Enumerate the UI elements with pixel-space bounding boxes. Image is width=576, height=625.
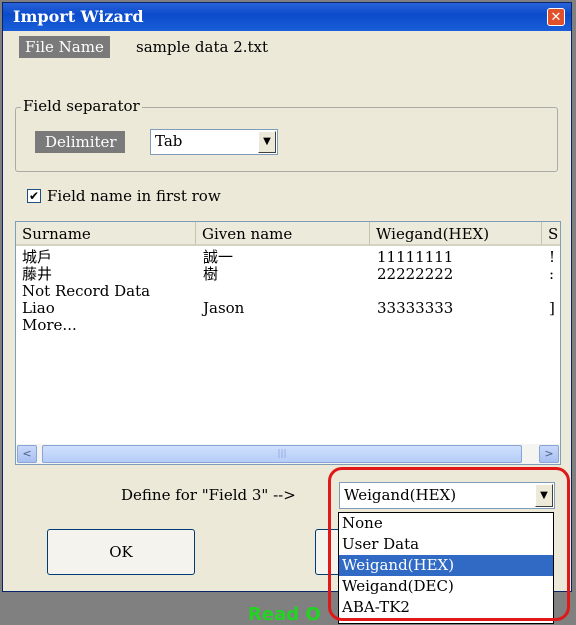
file-name-label: File Name — [19, 36, 110, 58]
field-type-value: Weigand(HEX) — [344, 486, 457, 504]
cell-surname: Liao — [22, 299, 55, 317]
cell-extra: ! — [549, 248, 556, 266]
cell-given-name: Jason — [203, 299, 245, 317]
scroll-left-icon[interactable]: < — [17, 445, 37, 463]
close-icon: ✕ — [550, 10, 562, 25]
field-name-first-row-checkbox[interactable]: ✔ — [27, 189, 41, 203]
column-header-surname[interactable]: Surname — [16, 222, 196, 246]
option-user-data[interactable]: User Data — [339, 534, 553, 555]
define-field-label: Define for "Field 3" --> — [121, 486, 296, 504]
ok-button[interactable]: OK — [47, 529, 195, 575]
delimiter-label: Delimiter — [35, 131, 125, 153]
field-separator-title: Field separator — [21, 95, 142, 117]
field-type-select[interactable]: Weigand(HEX) ▼ — [339, 482, 555, 509]
scroll-right-icon[interactable]: > — [539, 445, 559, 463]
field-name-first-row-label[interactable]: Field name in first row — [47, 185, 221, 207]
title-bar: Import Wizard ✕ — [3, 3, 571, 31]
cell-wiegand: 22222222 — [377, 265, 454, 283]
chevron-down-icon[interactable]: ▼ — [258, 131, 276, 153]
cell-surname: Not Record Data — [22, 282, 151, 300]
cell-extra: : — [549, 265, 555, 283]
option-weigand-dec[interactable]: Weigand(DEC) — [339, 576, 553, 597]
option-weigand-hex[interactable]: Weigand(HEX) — [339, 555, 553, 576]
cell-given-name: 誠一 — [203, 248, 234, 266]
horizontal-scrollbar[interactable]: < ||| > — [16, 444, 560, 464]
cell-given-name: 樹 — [203, 265, 219, 283]
scroll-thumb[interactable]: ||| — [42, 445, 522, 463]
chevron-down-icon[interactable]: ▼ — [535, 484, 553, 507]
cell-surname: More... — [22, 316, 77, 334]
status-text: Read O — [248, 604, 321, 625]
cell-wiegand: 11111111 — [377, 248, 454, 266]
cell-wiegand: 33333333 — [377, 299, 454, 317]
column-header-given-name[interactable]: Given name — [196, 222, 370, 246]
cell-surname: 藤井 — [22, 265, 53, 283]
column-header-extra[interactable]: S — [542, 222, 560, 246]
import-wizard-window: Import Wizard ✕ File Name sample data 2.… — [2, 2, 572, 592]
delimiter-value: Tab — [155, 132, 183, 150]
cell-surname: 城戶 — [22, 248, 53, 266]
field-type-options[interactable]: None User Data Weigand(HEX) Weigand(DEC)… — [338, 512, 554, 624]
window-title: Import Wizard — [13, 7, 144, 26]
option-aba-tk2[interactable]: ABA-TK2 — [339, 597, 553, 618]
close-button[interactable]: ✕ — [547, 8, 565, 26]
column-header-wiegand-hex[interactable]: Wiegand(HEX) — [370, 222, 542, 246]
delimiter-select[interactable]: Tab ▼ — [150, 129, 278, 155]
checkmark-icon: ✔ — [28, 189, 40, 203]
data-preview-list[interactable]: Surname Given name Wiegand(HEX) S 城戶 誠一 … — [15, 221, 561, 465]
option-none[interactable]: None — [339, 513, 553, 534]
file-name-value: sample data 2.txt — [136, 38, 269, 56]
cell-extra: ] — [549, 299, 555, 317]
